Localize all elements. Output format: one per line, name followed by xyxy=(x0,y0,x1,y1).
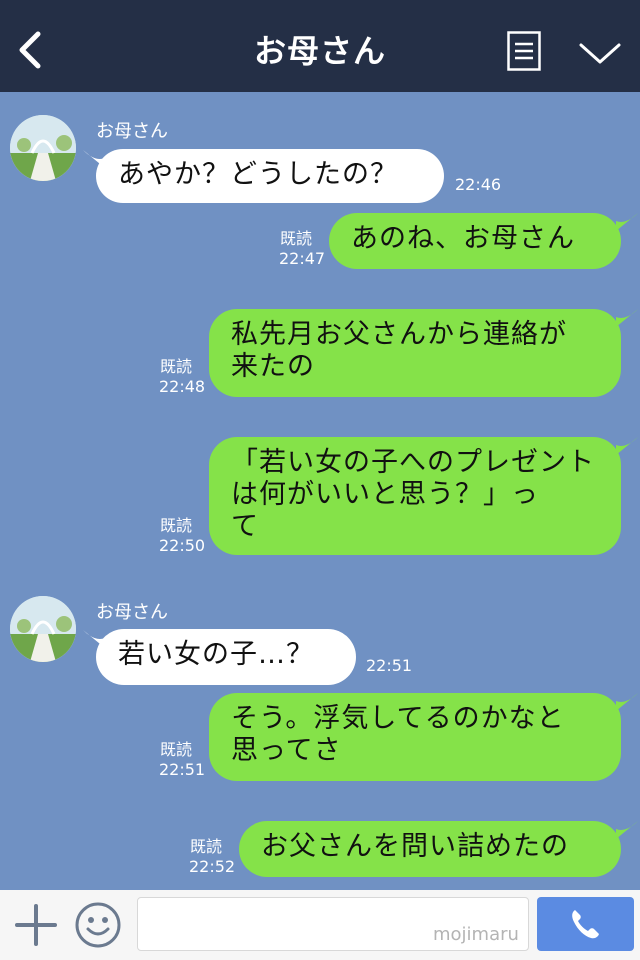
call-button[interactable] xyxy=(537,897,634,951)
smile-icon[interactable] xyxy=(74,901,122,949)
sender-name: お母さん xyxy=(96,602,168,623)
chat-title: お母さん xyxy=(253,32,386,70)
avatar[interactable] xyxy=(10,115,76,181)
message-time: 22:48 xyxy=(159,377,206,396)
message-bubble[interactable]: お父さんを問い詰めたの xyxy=(239,821,621,877)
message-time: 22:47 xyxy=(279,249,326,268)
phone-icon xyxy=(572,910,599,939)
chat-area[interactable]: お母さん あやか？どうしたの？ 22:46 既読 22:47 あのね、お母さん … xyxy=(0,92,640,890)
message-time: 22:46 xyxy=(455,175,502,194)
message-bubble[interactable]: 若い女の子…？ xyxy=(96,629,356,685)
message-text-line: 私先月お父さんから連絡が xyxy=(231,319,567,350)
bubble-tail xyxy=(616,821,638,839)
read-receipt: 既読 xyxy=(190,837,223,856)
message-text: 若い女の子…？ xyxy=(118,639,314,670)
message-text: あやか？どうしたの？ xyxy=(118,159,398,190)
avatar-image xyxy=(10,115,76,181)
message-bubble[interactable]: 「若い女の子へのプレゼント は何がいいと思う？」っ て xyxy=(209,437,621,555)
message-text-line: は何がいいと思う？」っ xyxy=(231,479,539,510)
message-time: 22:50 xyxy=(159,536,206,555)
watermark: mojimaru xyxy=(433,924,519,945)
message-bubble[interactable]: そう。浮気してるのかなと 思ってさ xyxy=(209,693,621,781)
read-receipt: 既読 xyxy=(160,357,193,376)
avatar-image xyxy=(10,596,76,662)
bubble-tail xyxy=(616,693,638,711)
message-time: 22:51 xyxy=(159,760,206,779)
message-text-line: 来たの xyxy=(231,351,315,382)
chevron-down-icon[interactable] xyxy=(578,38,622,68)
bubble-tail xyxy=(616,213,638,231)
message-text-line: 思ってさ xyxy=(231,735,342,766)
menu-icon[interactable] xyxy=(507,31,541,71)
read-receipt: 既読 xyxy=(160,740,193,759)
sender-name: お母さん xyxy=(96,121,168,142)
read-receipt: 既読 xyxy=(160,516,193,535)
message-text: あのね、お母さん xyxy=(351,223,575,254)
message-text-line: 「若い女の子へのプレゼント xyxy=(231,447,595,478)
top-bar: お母さん xyxy=(0,0,640,92)
message-text-line: そう。浮気してるのかなと xyxy=(231,703,565,734)
message-text-line: て xyxy=(231,511,259,542)
message-bubble[interactable]: 私先月お父さんから連絡が 来たの xyxy=(209,309,621,397)
bubble-tail xyxy=(616,309,638,327)
message-bubble[interactable]: あのね、お母さん xyxy=(329,213,621,269)
plus-icon[interactable] xyxy=(14,903,58,947)
message-bubble[interactable]: あやか？どうしたの？ xyxy=(96,149,444,203)
message-text: お父さんを問い詰めたの xyxy=(261,831,569,862)
avatar[interactable] xyxy=(10,596,76,662)
message-time: 22:52 xyxy=(189,857,236,876)
message-time: 22:51 xyxy=(366,656,413,675)
bubble-tail xyxy=(616,437,638,455)
read-receipt: 既読 xyxy=(280,229,313,248)
